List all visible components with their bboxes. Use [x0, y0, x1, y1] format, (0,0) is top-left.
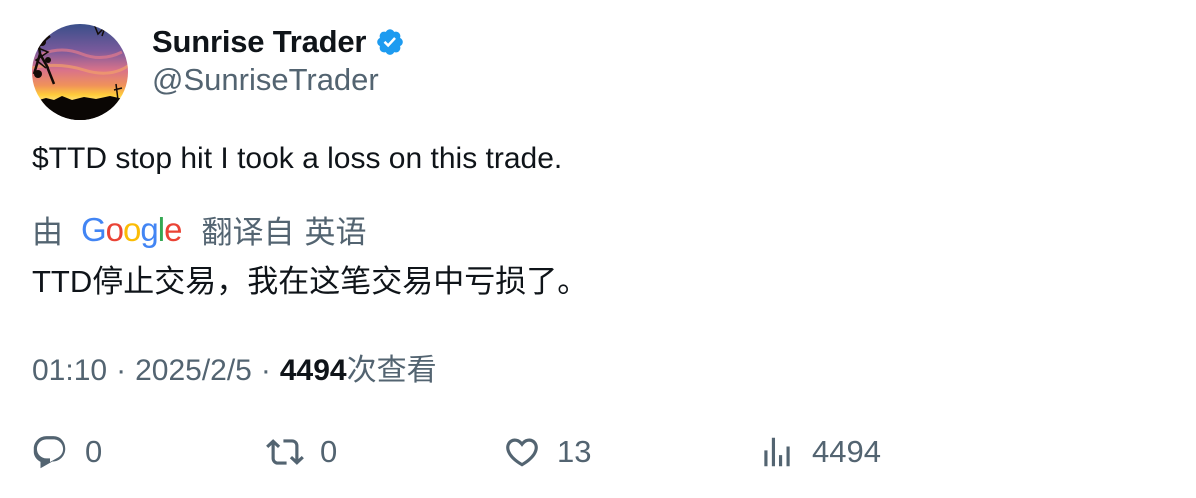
- google-logo-letter: o: [123, 210, 141, 248]
- google-logo-letter: G: [81, 210, 107, 248]
- google-logo[interactable]: Google: [81, 210, 182, 249]
- retweet-icon: [266, 439, 304, 465]
- reply-count: 0: [85, 434, 103, 469]
- like-count: 13: [557, 434, 592, 469]
- reply-button[interactable]: 0: [31, 430, 102, 474]
- google-logo-letter: g: [140, 210, 158, 248]
- reply-icon: [33, 436, 66, 469]
- avatar[interactable]: [32, 24, 128, 120]
- tweet-card: Sunrise Trader @SunriseTrader $TTD stop …: [0, 0, 1196, 498]
- translated-by-label: 由: [32, 215, 63, 250]
- views-count: 4494: [279, 354, 347, 387]
- retweet-button[interactable]: 0: [266, 430, 337, 474]
- heart-icon: [506, 438, 538, 467]
- translation-attribution: 由 Google 翻译自 英语: [32, 207, 366, 252]
- google-logo-letter: e: [164, 210, 182, 248]
- user-handle[interactable]: @SunriseTrader: [152, 62, 379, 98]
- meta-separator: ·: [260, 354, 271, 387]
- tweet-meta: 01:10 · 2025/2/5 · 4494 次查看: [32, 345, 437, 389]
- action-bar: 0 0 13 4494: [0, 430, 1196, 478]
- translated-text: TTD停止交易，我在这笔交易中亏损了。: [32, 264, 589, 299]
- user-name-row: Sunrise Trader: [152, 22, 405, 62]
- source-language: 英语: [304, 215, 367, 250]
- meta-separator: ·: [116, 354, 127, 387]
- display-name[interactable]: Sunrise Trader: [152, 24, 366, 60]
- bar-chart-icon: [764, 437, 790, 467]
- tweet-time[interactable]: 01:10: [32, 354, 107, 388]
- tweet-text: $TTD stop hit I took a loss on this trad…: [32, 142, 563, 175]
- sunset-landscape-avatar: [32, 24, 128, 120]
- retweet-count: 0: [320, 434, 338, 469]
- verified-badge-icon: [375, 27, 405, 57]
- google-logo-letter: o: [105, 210, 124, 248]
- views-label: 次查看: [346, 354, 437, 387]
- views-action-count: 4494: [812, 434, 881, 469]
- views-button[interactable]: 4494: [758, 430, 881, 474]
- like-button[interactable]: 13: [503, 430, 591, 474]
- translated-from-label: 翻译自: [201, 215, 295, 250]
- tweet-date[interactable]: 2025/2/5: [135, 354, 252, 388]
